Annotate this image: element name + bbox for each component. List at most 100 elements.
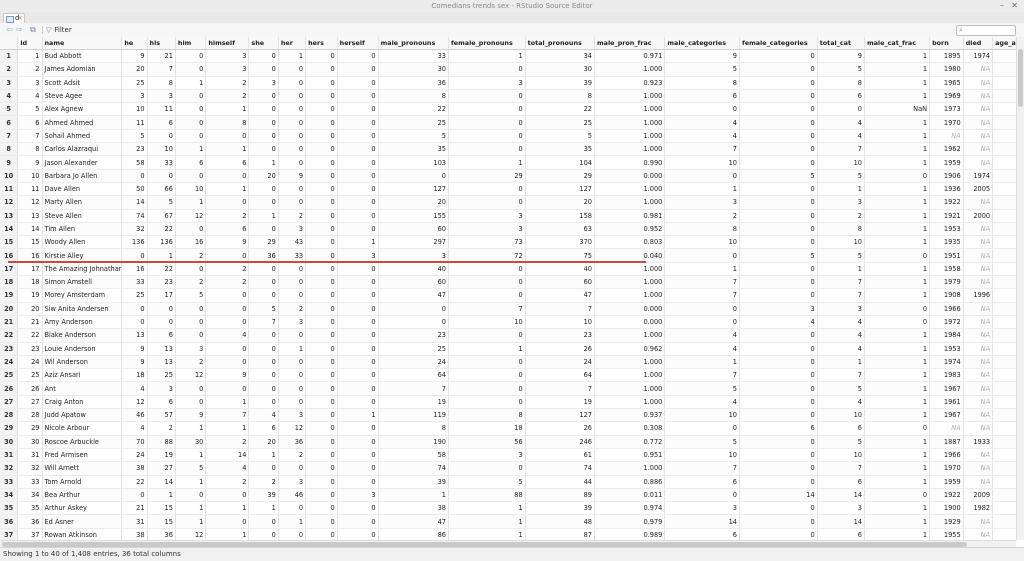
- table-row[interactable]: 36 36 Ed Asner 31 15 1 0 0 1 0 0 47 1 48 0.979 14 0 14 1 19…: [0, 514, 1016, 529]
- table-row[interactable]: 33 33 Tom Arnold 22 14 1 2 2 3 0 0 39 5 44 0.886 6 0 6 1 19…: [0, 475, 1016, 489]
- column-header[interactable]: his: [147, 37, 176, 50]
- close-icon[interactable]: ✕: [1011, 2, 1018, 10]
- row-number: 12: [0, 195, 19, 210]
- column-header[interactable]: name: [42, 37, 123, 50]
- table-cell: 0: [205, 288, 250, 303]
- column-header[interactable]: female_categories: [739, 37, 818, 50]
- table-cell: 0: [739, 328, 818, 343]
- table-row[interactable]: 19 19 Morey Amsterdam 25 17 5 0 0 0 0 0 47 0 47 1.000 7…: [0, 288, 1016, 303]
- table-cell: 58: [121, 155, 148, 170]
- table-row[interactable]: 2626Ant430000007071.00050511967NANA: [0, 381, 1016, 396]
- table-row[interactable]: 35 35 Arthur Askey 21 15 1 1 1 0 0 0 38 1 39 0.974 3 0 3 1…: [0, 501, 1016, 516]
- table-row[interactable]: 12 12 Marty Allen 14 5 1 0 0 0 0 0 20 0 20 1.000 3 0 3 1 19…: [0, 195, 1016, 210]
- search-input[interactable]: ⌕: [956, 25, 1016, 36]
- table-row[interactable]: 5 5 Alex Agnew 10 11 0 1 0 0 0 0 22 0 22 1.000 0 0 0 NaN 19…: [0, 102, 1016, 117]
- table-row[interactable]: 29 29 Nicole Arbour 4 2 1 1 6 12 0 0 8 18 26 0.308 0 6 6 0…: [0, 421, 1016, 436]
- tab-close-icon[interactable]: ×: [17, 14, 23, 22]
- table-cell: 87: [525, 528, 596, 540]
- column-header[interactable]: her: [278, 37, 307, 50]
- table-cell: 1980: [929, 62, 964, 77]
- table-cell: 0: [305, 89, 338, 104]
- column-header[interactable]: him: [175, 37, 207, 50]
- column-header[interactable]: died: [963, 37, 994, 50]
- table-row[interactable]: 34 34 Bea Arthur 0 1 0 0 39 46 0 3 1 88 89 0.011 0 14 14 0…: [0, 488, 1016, 503]
- table-row[interactable]: 6 6 Ahmed Ahmed 11 6 0 8 0 0 0 0 25 0 25 1.000 4 0 4 1 1970…: [0, 115, 1016, 130]
- table-cell: 24: [17, 355, 43, 370]
- table-cell: 10: [525, 315, 596, 330]
- table-cell: 18: [17, 275, 43, 290]
- filter-button[interactable]: ▽ Filter: [46, 26, 72, 34]
- table-row[interactable]: 3 3 Scott Adsit 25 8 1 2 3 0 0 0 36 3 39 0.923 8 0 8 1 1965…: [0, 76, 1016, 90]
- table-cell: 1906: [929, 169, 964, 183]
- table-cell: 0: [448, 395, 526, 410]
- table-cell: 4: [817, 315, 865, 330]
- table-cell: 0.971: [594, 49, 666, 64]
- column-header[interactable]: total_cat: [817, 37, 865, 50]
- column-header[interactable]: male_cat_frac: [864, 37, 931, 50]
- table-row[interactable]: 2 2 James Adomian 20 7 0 3 0 0 0 0 30 0 30 1.000 5 0 5 1 19…: [0, 62, 1016, 77]
- column-header[interactable]: herself: [337, 37, 379, 50]
- table-row[interactable]: 9 9 Jason Alexander 58 33 6 6 1 0 0 0 103 1 104 0.990 1…: [0, 155, 1016, 170]
- table-cell: 0: [175, 262, 207, 277]
- column-header[interactable]: female_pronouns: [448, 37, 526, 50]
- column-header[interactable]: id: [17, 37, 43, 50]
- vertical-scrollbar[interactable]: [1016, 37, 1024, 540]
- table-row[interactable]: 14 14 Tim Allen 32 22 0 6 0 3 0 0 60 3 63 0.952 8 0 8 1 195…: [0, 222, 1016, 237]
- table-cell: NA: [992, 475, 1016, 489]
- column-header[interactable]: male_pronouns: [378, 37, 449, 50]
- table-cell: 1: [864, 115, 931, 130]
- column-header[interactable]: born: [929, 37, 964, 50]
- column-header[interactable]: he: [121, 37, 148, 50]
- table-row[interactable]: 31 31 Fred Armisen 24 19 1 14 1 2 0 0 58 3 61 0.951 10 0…: [0, 448, 1016, 463]
- minimize-icon[interactable]: –: [1000, 2, 1004, 10]
- table-cell: 0: [305, 262, 338, 277]
- table-row[interactable]: 17 17 The Amazing Johnathan 16 22 0 2 0 0 0 0 40 0 40…: [0, 262, 1016, 277]
- vertical-scroll-thumb[interactable]: [1018, 49, 1023, 107]
- table-row[interactable]: 24 24 Wil Anderson 9 13 2 0 0 0 0 0 24 0 24 1.000 1 0 1 1 1…: [0, 355, 1016, 370]
- table-row[interactable]: 8 8 Carlos Alazraqui 23 10 1 1 0 0 0 0 35 0 35 1.000 7 0…: [0, 142, 1016, 157]
- forward-arrow-icon[interactable]: ⇨: [16, 26, 23, 34]
- back-arrow-icon[interactable]: ⇦: [6, 26, 13, 34]
- column-header[interactable]: age_at_death: [992, 37, 1016, 50]
- column-header[interactable]: male_categories: [664, 37, 740, 50]
- table-row[interactable]: 32 32 Will Arnett 38 27 5 4 0 0 0 0 74 0 74 1.000 7 0 7 1 1…: [0, 461, 1016, 476]
- table-row[interactable]: 11 11 Dave Allen 50 66 10 1 0 0 0 0 127 0 127 1.000 1 0 1…: [0, 182, 1016, 197]
- table-row[interactable]: 1 1 Bud Abbott 9 21 0 3 0 1 0 0 33 1 34 0.971 9 0 9 1 1895 1…: [0, 49, 1016, 64]
- table-cell: 0: [378, 169, 449, 183]
- table-cell: 0: [337, 288, 379, 303]
- table-row[interactable]: 22 22 Blake Anderson 13 6 0 4 0 0 0 0 23 0 23 1.000 4 0 4…: [0, 328, 1016, 343]
- table-cell: 14: [664, 514, 740, 529]
- column-header[interactable]: total_pronouns: [525, 37, 596, 50]
- column-header[interactable]: [0, 37, 19, 50]
- table-row[interactable]: 37 37 Rowan Atkinson 38 36 12 1 0 0 0 0 86 1 87 0.989 6…: [0, 528, 1016, 540]
- table-row[interactable]: 18 18 Simon Amstell 33 23 2 2 0 0 0 0 60 0 60 1.000 7 0 7…: [0, 275, 1016, 290]
- table-row[interactable]: 28 28 Judd Apatow 46 57 9 7 4 3 0 1 119 8 127 0.937 10 0…: [0, 408, 1016, 423]
- table-row[interactable]: 15 15 Woody Allen 136 136 16 9 29 43 0 1 297 73 370 0.…: [0, 235, 1016, 250]
- column-header[interactable]: she: [248, 37, 279, 50]
- table-cell: 10: [664, 155, 740, 170]
- table-cell: 10: [17, 169, 43, 183]
- popout-icon[interactable]: ⧉: [30, 26, 36, 34]
- table-cell: 25: [378, 342, 449, 356]
- table-row[interactable]: 25 25 Aziz Ansari 18 25 12 9 0 0 0 0 64 0 64 1.000 7 0 7 1…: [0, 368, 1016, 383]
- table-row[interactable]: 10 10 Barbara Jo Allen 0 0 0 0 20 9 0 0 0 29 29 0.000 0…: [0, 169, 1016, 183]
- table-row[interactable]: 20 20 Siw Anita Andersen 0 0 0 0 5 2 0 0 0 7 7 0.000 0 3…: [0, 302, 1016, 316]
- table-row[interactable]: 77Sohail Ahmed500000005051.0004041NANANA: [0, 129, 1016, 144]
- table-row[interactable]: 30 30 Roscoe Arbuckle 70 88 30 2 20 36 0 0 190 56 246…: [0, 435, 1016, 449]
- table-row[interactable]: 21 21 Amy Anderson 0 0 0 0 7 3 0 0 0 10 10 0.000 0 4 4 0 19…: [0, 315, 1016, 330]
- table-cell: 0: [337, 501, 379, 516]
- column-header[interactable]: himself: [205, 37, 250, 50]
- column-header[interactable]: hers: [305, 37, 338, 50]
- column-header[interactable]: male_pron_frac: [594, 37, 666, 50]
- table-row[interactable]: 44Steve Agee330200008081.00060611969NANA: [0, 89, 1016, 104]
- table-row[interactable]: 13 13 Steve Allen 74 67 12 2 1 2 0 0 155 3 158 0.981 2 0…: [0, 209, 1016, 223]
- table-cell: 1969: [929, 89, 964, 104]
- table-cell: 0: [305, 155, 338, 170]
- table-row[interactable]: 23 23 Louie Anderson 9 13 3 0 0 1 0 0 25 1 26 0.962 4 0 4…: [0, 342, 1016, 356]
- table-row[interactable]: 27 27 Craig Anton 12 6 0 1 0 0 0 0 19 0 19 1.000 4 0 4 1 19…: [0, 395, 1016, 410]
- table-cell: 0: [248, 195, 279, 210]
- table-cell: 69: [992, 182, 1016, 197]
- table-cell: NA: [992, 514, 1016, 529]
- table-cell: 1.000: [594, 89, 666, 104]
- table-cell: 0.923: [594, 76, 666, 90]
